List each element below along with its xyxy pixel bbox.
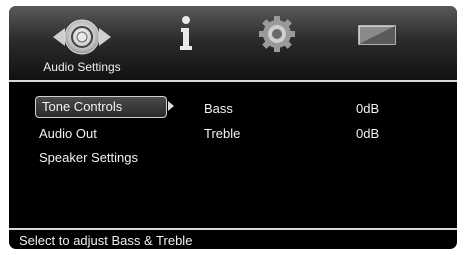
tab-info[interactable]: [171, 6, 201, 80]
tab-screen[interactable]: [353, 6, 401, 80]
settings-screen: Audio Settings Tone Controls Audio Out S…: [9, 6, 457, 249]
status-divider: [9, 228, 457, 230]
tab-bar: Audio Settings: [9, 6, 457, 80]
tab-audio-settings[interactable]: Audio Settings: [23, 6, 141, 80]
menu-item-tone-controls[interactable]: Tone Controls: [35, 96, 167, 118]
menu-item-audio-out[interactable]: Audio Out: [39, 126, 97, 141]
screen-icon: [358, 25, 396, 45]
chevron-right-icon: [168, 101, 174, 111]
param-bass: Bass: [204, 101, 233, 116]
value-bass: 0dB: [356, 101, 380, 116]
menu-panel: Tone Controls Audio Out Speaker Settings…: [9, 82, 457, 234]
speaker-icon: [53, 19, 111, 55]
tab-audio-settings-label: Audio Settings: [43, 60, 121, 74]
menu-item-speaker-settings[interactable]: Speaker Settings: [39, 150, 138, 165]
status-bar-text: Select to adjust Bass & Treble: [19, 233, 193, 248]
tab-settings[interactable]: [253, 6, 301, 80]
param-treble: Treble: [204, 126, 241, 141]
gear-icon: [259, 16, 295, 52]
info-icon: [180, 16, 192, 50]
value-treble: 0dB: [356, 126, 380, 141]
